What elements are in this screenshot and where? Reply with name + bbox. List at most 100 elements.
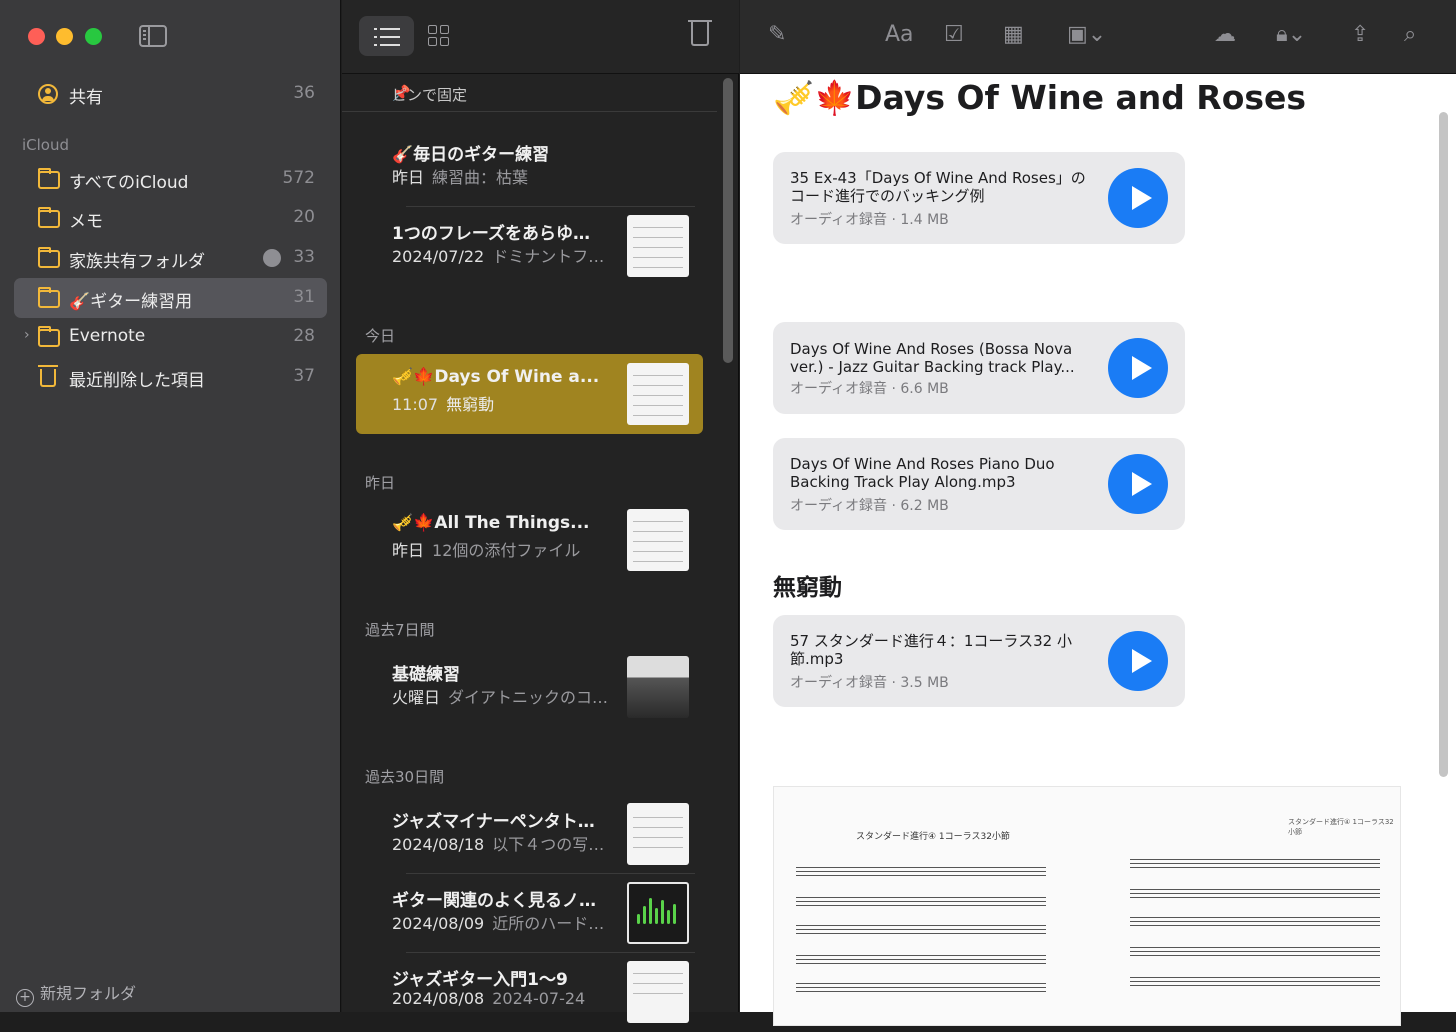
- sidebar-item-guitar[interactable]: 🎸ギター練習用 31: [14, 278, 327, 318]
- note-item[interactable]: 🎸毎日のギター練習 昨日 練習曲：枯葉: [356, 127, 703, 207]
- note-date: 2024/08/08: [392, 989, 485, 1008]
- share-icon[interactable]: ⇪: [1351, 22, 1369, 47]
- note-thumbnail: [627, 803, 689, 865]
- note-thumbnail: [627, 961, 689, 1023]
- note-thumbnail: [627, 215, 689, 277]
- shared-person-icon: [263, 249, 281, 267]
- trash-icon: [38, 365, 58, 387]
- play-button[interactable]: [1108, 631, 1168, 691]
- note-item[interactable]: ジャズマイナーペンタト… 2024/08/18 以下４つの写…: [356, 794, 703, 874]
- gallery-view-icon[interactable]: [428, 25, 450, 47]
- sidebar-item-evernote[interactable]: › Evernote 28: [14, 317, 327, 357]
- editor-scrollbar[interactable]: [1439, 112, 1448, 777]
- note-subtitle: 11:07 無窮動: [392, 391, 494, 415]
- compose-icon[interactable]: ✎: [768, 22, 786, 47]
- audio-attachment[interactable]: Days Of Wine And Roses (Bossa Nova ver.)…: [773, 322, 1185, 414]
- section-header-yesterday: 昨日: [365, 474, 396, 492]
- note-preview: 以下４つの写…: [492, 835, 605, 854]
- sidebar: 共有 36 iCloud すべてのiCloud 572 メモ 20 家族共有フォ…: [0, 0, 341, 1012]
- note-item[interactable]: ジャズギター入門1〜9 2024/08/08 2024-07-24: [356, 952, 703, 1032]
- sidebar-item-count: 20: [293, 207, 315, 227]
- sidebar-item-memo[interactable]: メモ 20: [14, 198, 327, 238]
- plus-circle-icon: +: [16, 989, 34, 1007]
- sidebar-item-count: 33: [293, 247, 315, 267]
- audio-attachment[interactable]: 57 スタンダード進行４：1コーラス32 小節.mp3 オーディオ録音 · 3.…: [773, 615, 1185, 707]
- pinned-header-label: ピンで固定: [392, 86, 468, 104]
- folder-icon: [38, 287, 60, 308]
- note-date: 11:07: [392, 395, 439, 414]
- close-button[interactable]: [28, 28, 45, 45]
- audio-attachment[interactable]: 35 Ex-43「Days Of Wine And Roses」のコード進行での…: [773, 152, 1185, 244]
- staff-line: [1130, 977, 1380, 986]
- note-date: 昨日: [392, 168, 425, 187]
- list-view-button[interactable]: [359, 16, 414, 56]
- checklist-icon[interactable]: ☑: [944, 22, 964, 47]
- section-heading[interactable]: 無窮動: [773, 568, 842, 602]
- note-item[interactable]: 1つのフレーズをあらゆ… 2024/07/22 ドミナントフ…: [356, 206, 703, 286]
- audio-attachment[interactable]: Days Of Wine And Roses Piano Duo Backing…: [773, 438, 1185, 530]
- attachment-name: Days Of Wine And Roses Piano Duo Backing…: [790, 455, 1055, 491]
- note-title: 🎸毎日のギター練習: [392, 145, 550, 165]
- sheet-music-image[interactable]: スタンダード進行④ 1コーラス32小節 スタンダード進行④ 1コーラス32小節: [773, 786, 1401, 1026]
- note-list: 📌 ピンで固定 🎸毎日のギター練習 昨日 練習曲：枯葉 1つのフレーズをあらゆ… …: [342, 0, 739, 1023]
- lock-icon[interactable]: 🔒︎⌄: [1276, 22, 1306, 47]
- note-item-selected[interactable]: 🎺🍁Days Of Wine a... 11:07 無窮動: [356, 354, 703, 434]
- note-title: 基礎練習: [392, 665, 460, 685]
- note-preview: 2024-07-24: [492, 989, 586, 1008]
- note-title: 1つのフレーズをあらゆ…: [392, 224, 590, 244]
- format-text-button[interactable]: Aa: [885, 22, 914, 47]
- note-editor: ✎ Aa ☑ ▦ ▣⌄ ☁ 🔒︎⌄ ⇪ ⌕ 🎺🍁Days Of Wine and…: [740, 0, 1456, 1026]
- staff-line: [796, 925, 1046, 934]
- note-item[interactable]: ギター関連のよく見るノ… 2024/08/09 近所のハード…: [356, 873, 703, 953]
- chevron-right-icon[interactable]: ›: [24, 327, 30, 343]
- play-button[interactable]: [1108, 338, 1168, 398]
- search-icon[interactable]: ⌕: [1404, 22, 1416, 47]
- note-title: 🎺🍁Days Of Wine a...: [392, 367, 600, 387]
- note-item[interactable]: 基礎練習 火曜日 ダイアトニックのコ…: [356, 647, 703, 727]
- staff-line: [796, 867, 1046, 876]
- note-subtitle: 火曜日 ダイアトニックのコ…: [392, 684, 608, 708]
- media-icon[interactable]: ▣⌄: [1067, 22, 1106, 47]
- sidebar-item-count: 37: [293, 366, 315, 386]
- note-title: 🎺🍁All The Things...: [392, 513, 590, 533]
- collaborate-icon[interactable]: ☁: [1214, 22, 1236, 47]
- note-date: 2024/08/09: [392, 914, 485, 933]
- sidebar-item-count: 28: [293, 326, 315, 346]
- sidebar-item-label: 共有: [69, 88, 103, 108]
- staff-line: [1130, 889, 1380, 898]
- section-header-last7: 過去7日間: [365, 621, 435, 639]
- attachment-name: Days Of Wine And Roses (Bossa Nova ver.)…: [790, 340, 1075, 376]
- note-subtitle: 2024/08/18 以下４つの写…: [392, 831, 604, 855]
- notes-window: 共有 36 iCloud すべてのiCloud 572 メモ 20 家族共有フォ…: [0, 0, 1456, 1026]
- list-scrollbar[interactable]: [723, 78, 733, 363]
- attachment-meta: オーディオ録音 · 1.4 MB: [790, 212, 949, 228]
- sidebar-item-shared[interactable]: 共有 36: [14, 74, 327, 114]
- attachment-meta: オーディオ録音 · 6.6 MB: [790, 381, 949, 397]
- table-icon[interactable]: ▦: [1003, 22, 1024, 47]
- person-circle-icon: [38, 84, 58, 104]
- note-date: 昨日: [392, 541, 425, 560]
- minimize-button[interactable]: [56, 28, 73, 45]
- note-preview: 12個の添付ファイル: [432, 541, 581, 560]
- delete-note-icon[interactable]: [688, 20, 712, 46]
- sidebar-item-all-icloud[interactable]: すべてのiCloud 572: [14, 159, 327, 199]
- play-button[interactable]: [1108, 168, 1168, 228]
- sidebar-toggle-icon[interactable]: [139, 25, 167, 47]
- note-item[interactable]: 🎺🍁All The Things... 昨日 12個の添付ファイル: [356, 500, 703, 580]
- pinned-header[interactable]: 📌 ピンで固定: [342, 76, 717, 112]
- note-title: ジャズギター入門1〜9: [392, 970, 568, 990]
- sidebar-item-count: 36: [293, 83, 315, 103]
- new-folder-button[interactable]: + 新規フォルダ: [16, 980, 136, 1007]
- note-subtitle: 昨日 12個の添付ファイル: [392, 537, 580, 561]
- sidebar-item-family-shared[interactable]: 家族共有フォルダ 33: [14, 238, 327, 278]
- staff-line: [796, 983, 1046, 992]
- sidebar-item-recently-deleted[interactable]: 最近削除した項目 37: [14, 357, 327, 397]
- folder-icon: [38, 168, 60, 189]
- attachment-meta: オーディオ録音 · 6.2 MB: [790, 498, 949, 514]
- play-button[interactable]: [1108, 454, 1168, 514]
- attachment-name: 35 Ex-43「Days Of Wine And Roses」のコード進行での…: [790, 169, 1086, 205]
- sidebar-item-count: 572: [282, 168, 315, 188]
- note-title-heading[interactable]: 🎺🍁Days Of Wine and Roses: [773, 78, 1306, 118]
- zoom-button[interactable]: [85, 28, 102, 45]
- note-thumbnail: [627, 656, 689, 718]
